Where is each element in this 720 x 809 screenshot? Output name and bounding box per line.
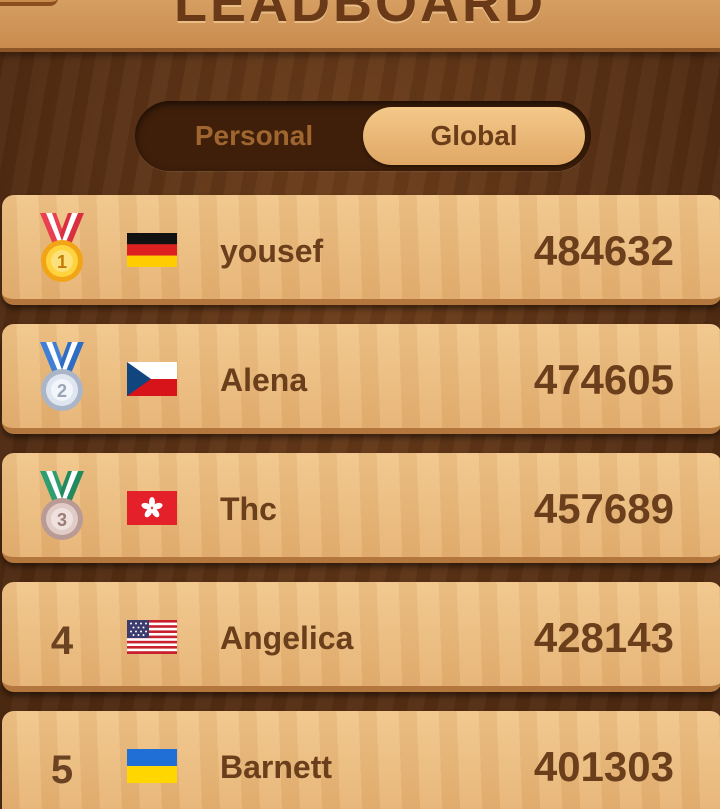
ukraine-flag-icon: [127, 749, 177, 783]
bronze-medal-icon: 3: [32, 471, 92, 543]
svg-text:1: 1: [57, 252, 67, 272]
player-name: Angelica: [220, 620, 354, 656]
header-board: LEADBOARD: [0, 0, 720, 52]
player-score: 457689: [533, 485, 674, 532]
svg-text:3: 3: [57, 510, 67, 530]
rank-number: 5: [50, 747, 74, 792]
hong-kong-flag-icon: [127, 491, 177, 525]
germany-flag-icon: [127, 233, 177, 267]
leaderboard-row[interactable]: 4 Angelica 428143: [2, 582, 720, 692]
usa-flag-icon: [127, 620, 177, 654]
leaderboard-row[interactable]: 1 yousef 484632: [2, 195, 720, 305]
player-score: 401303: [533, 743, 674, 790]
gold-medal-icon: 1: [32, 213, 92, 285]
player-score: 484632: [533, 227, 674, 274]
leaderboard-toggle: Personal Global: [135, 101, 591, 171]
silver-medal-icon: 2: [32, 342, 92, 414]
tab-personal[interactable]: Personal: [143, 107, 365, 165]
rank-number: 4: [50, 618, 74, 663]
player-name: Alena: [220, 362, 308, 398]
player-name: Thc: [220, 491, 277, 527]
leaderboard-row[interactable]: 3 Thc 457689: [2, 453, 720, 563]
svg-text:2: 2: [57, 381, 67, 401]
leaderboard-row[interactable]: 2 Alena 474605: [2, 324, 720, 434]
player-name: yousef: [220, 233, 324, 269]
player-name: Barnett: [220, 749, 333, 785]
player-score: 428143: [533, 614, 674, 661]
page-title: LEADBOARD: [174, 0, 546, 33]
czech-flag-icon: [127, 362, 177, 396]
leaderboard-list: 1 yousef 484632 2 Alena 474605 3 Thc 457…: [2, 195, 720, 809]
tab-global[interactable]: Global: [363, 107, 585, 165]
player-score: 474605: [533, 356, 674, 403]
leaderboard-row[interactable]: 5 Barnett 401303: [2, 711, 720, 809]
